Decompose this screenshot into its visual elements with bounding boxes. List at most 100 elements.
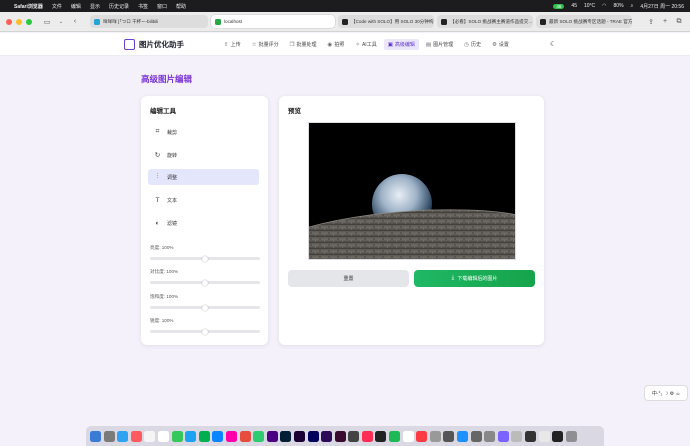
tab-label: 最新 SOLO 挑战赛专区话题 - TRAE 官方... bbox=[549, 18, 632, 24]
dock-app-icon[interactable] bbox=[538, 430, 550, 442]
dock-app-icon[interactable] bbox=[239, 430, 251, 442]
dock-app-icon[interactable] bbox=[266, 430, 278, 442]
download-edited-image-button[interactable]: ⤓ 下载编辑后的图片 bbox=[414, 270, 535, 287]
dark-mode-toggle-icon[interactable]: ☾ bbox=[550, 40, 556, 48]
tool-sliders[interactable]: ⫶ 调整 bbox=[148, 169, 259, 185]
dock-app-icon[interactable] bbox=[511, 430, 523, 442]
browser-toolbar: ▭ ⌄ ‹ 咩咩咩 [「つロ 干杯~--bilibili localhost 【Co… bbox=[0, 12, 690, 32]
nav-item-0[interactable]: ⇧ 上传 bbox=[220, 39, 245, 50]
slider-handle[interactable] bbox=[202, 328, 208, 335]
adjust-slider[interactable] bbox=[150, 279, 260, 286]
dock-app-icon[interactable] bbox=[321, 430, 333, 442]
tab-overview-icon[interactable]: ⧉ bbox=[674, 17, 684, 27]
nav-item-5[interactable]: ▣ 高级编辑 bbox=[383, 39, 419, 50]
menubar-item-help[interactable]: 帮助 bbox=[176, 3, 186, 10]
dock-app-icon[interactable] bbox=[443, 430, 455, 442]
search-icon[interactable]: ⌕ bbox=[631, 3, 634, 9]
sidebar-toggle-icon[interactable]: ▭ bbox=[42, 17, 52, 27]
slider-handle[interactable] bbox=[202, 255, 208, 262]
adjust-slider[interactable] bbox=[150, 328, 260, 335]
nav-item-1[interactable]: ☆ 批量评分 bbox=[248, 39, 283, 50]
browser-tab[interactable]: 咩咩咩 [「つロ 干杯~--bilibili bbox=[90, 15, 208, 28]
menubar-item-file[interactable]: 文件 bbox=[52, 3, 62, 10]
nav-item-7[interactable]: ◷ 历史 bbox=[460, 39, 485, 50]
close-window-button[interactable] bbox=[6, 18, 12, 25]
nav-item-3[interactable]: ◉ 拍照 bbox=[324, 39, 349, 50]
dock-app-icon[interactable] bbox=[484, 430, 496, 442]
dock-app-icon[interactable] bbox=[375, 430, 387, 442]
nav-item-8[interactable]: ⚙ 设置 bbox=[488, 39, 513, 50]
tool-label: 裁剪 bbox=[167, 129, 178, 136]
dock-app-icon[interactable] bbox=[565, 430, 577, 442]
chevron-down-icon[interactable]: ⌄ bbox=[56, 17, 66, 27]
dock-app-icon[interactable] bbox=[416, 430, 428, 442]
dock-app-icon[interactable] bbox=[348, 430, 360, 442]
adjust-slider[interactable] bbox=[150, 255, 260, 262]
dock-app-icon[interactable] bbox=[130, 430, 142, 442]
palette-icon: ◐ bbox=[155, 219, 160, 227]
dock-app-icon[interactable] bbox=[212, 430, 224, 442]
tool-palette[interactable]: ◐ 滤镜 bbox=[148, 215, 259, 231]
brand[interactable]: 图片优化助手 bbox=[124, 39, 184, 50]
dock-app-icon[interactable] bbox=[225, 430, 237, 442]
browser-tab[interactable]: 【必看】SOLO 挑战赛主赛道作品提交... bbox=[437, 15, 533, 28]
dock-app-icon[interactable] bbox=[117, 430, 129, 442]
dock-app-icon[interactable] bbox=[389, 430, 401, 442]
dock-app-icon[interactable] bbox=[253, 430, 265, 442]
wifi-icon[interactable]: ◠ bbox=[602, 3, 606, 9]
datetime[interactable]: 4月27日 周一 20:56 bbox=[640, 3, 684, 10]
minimize-window-button[interactable] bbox=[16, 18, 22, 25]
cpu-badge[interactable]: 45 bbox=[571, 3, 577, 9]
new-tab-icon[interactable]: + bbox=[660, 17, 670, 27]
dock-app-icon[interactable] bbox=[429, 430, 441, 442]
dock-app-icon[interactable] bbox=[307, 430, 319, 442]
dock-app-icon[interactable] bbox=[361, 430, 373, 442]
menubar-item-edit[interactable]: 编辑 bbox=[71, 3, 81, 10]
dock-app-icon[interactable] bbox=[144, 430, 156, 442]
dock-app-icon[interactable] bbox=[525, 430, 536, 442]
tab-favicon-icon bbox=[215, 18, 221, 25]
zoom-window-button[interactable] bbox=[26, 18, 32, 25]
browser-tab[interactable]: 【Code with SOLO】用 SOLO 30分钟构... bbox=[338, 15, 434, 28]
tool-text[interactable]: T 文本 bbox=[148, 192, 259, 208]
input-method-widget[interactable]: 中·°₂ ☽ ⚙ ☕ bbox=[644, 385, 688, 401]
temperature-readout[interactable]: 10°C bbox=[584, 3, 595, 9]
menubar-item-window[interactable]: 窗口 bbox=[157, 3, 167, 10]
slider-handle[interactable] bbox=[202, 304, 208, 311]
nav-label: 上传 bbox=[230, 42, 241, 48]
dock-app-icon[interactable] bbox=[457, 430, 469, 442]
dock-app-icon[interactable] bbox=[280, 430, 292, 442]
tool-crop[interactable]: ⌗ 裁剪 bbox=[148, 124, 259, 140]
back-icon[interactable]: ‹ bbox=[70, 17, 80, 27]
dock-app-icon[interactable] bbox=[293, 430, 305, 442]
brand-name: 图片优化助手 bbox=[139, 40, 184, 49]
dock-app-icon[interactable] bbox=[185, 430, 197, 442]
menubar-app-name[interactable]: Safari浏览器 bbox=[14, 3, 43, 10]
browser-tab[interactable]: localhost bbox=[211, 15, 335, 28]
image-logo-icon bbox=[124, 39, 135, 50]
status-badge[interactable]: 46 bbox=[553, 3, 565, 9]
dock-app-icon[interactable] bbox=[157, 430, 169, 442]
slider-handle[interactable] bbox=[202, 279, 208, 286]
menubar-item-history[interactable]: 历史记录 bbox=[109, 3, 129, 10]
dock-app-icon[interactable] bbox=[402, 430, 414, 442]
nav-item-4[interactable]: ✧ AI工具 bbox=[351, 39, 380, 50]
adjust-slider[interactable] bbox=[150, 304, 260, 311]
reset-button[interactable]: 重置 bbox=[288, 270, 409, 287]
dock-app-icon[interactable] bbox=[334, 430, 346, 442]
nav-item-2[interactable]: ❐ 批量处理 bbox=[286, 39, 321, 50]
share-icon[interactable]: ⇪ bbox=[646, 17, 656, 27]
browser-tab[interactable]: 最新 SOLO 挑战赛专区话题 - TRAE 官方... bbox=[536, 15, 632, 28]
menubar-item-view[interactable]: 显示 bbox=[90, 3, 100, 10]
dock-app-icon[interactable] bbox=[90, 430, 101, 442]
battery-readout[interactable]: 80% bbox=[614, 3, 624, 9]
menubar-item-bookmarks[interactable]: 书签 bbox=[138, 3, 148, 10]
tool-rotate[interactable]: ↻ 旋转 bbox=[148, 147, 259, 163]
dock-app-icon[interactable] bbox=[171, 430, 183, 442]
dock-app-icon[interactable] bbox=[198, 430, 210, 442]
nav-item-6[interactable]: ▤ 图片管理 bbox=[422, 39, 457, 50]
dock-app-icon[interactable] bbox=[497, 430, 509, 442]
dock-app-icon[interactable] bbox=[103, 430, 115, 442]
dock-app-icon[interactable] bbox=[470, 430, 482, 442]
dock-app-icon[interactable] bbox=[552, 430, 564, 442]
